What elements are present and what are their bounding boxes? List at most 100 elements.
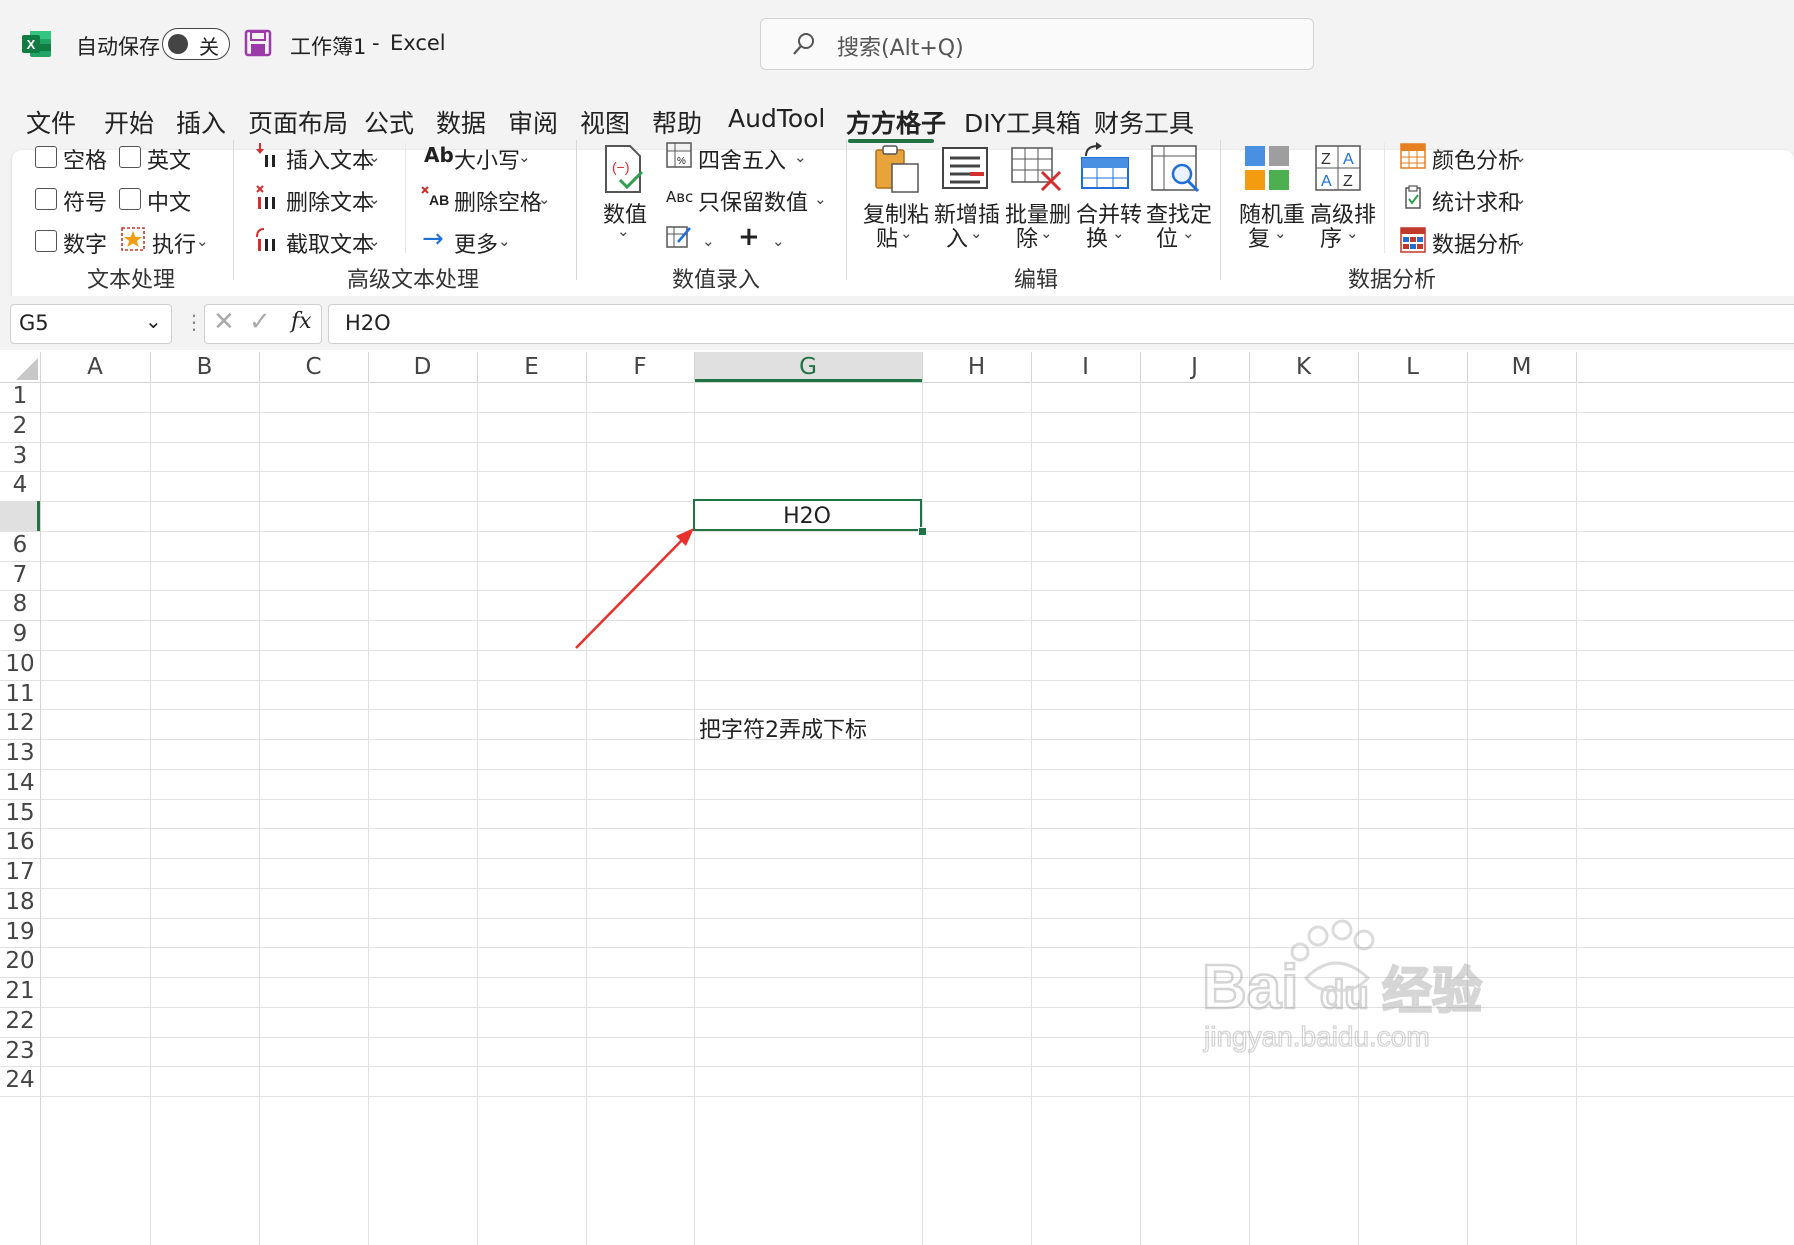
column-header-f[interactable]: F	[586, 352, 694, 382]
keep-values-dropdown-icon[interactable]: ⌄	[814, 190, 827, 208]
insert-text-button[interactable]: 插入文本	[286, 143, 374, 175]
more-button[interactable]: 更多	[454, 227, 498, 259]
edit-cell-dropdown-icon[interactable]: ⌄	[702, 232, 715, 250]
save-icon[interactable]	[244, 29, 272, 61]
stat-sum-dropdown-icon[interactable]: ⌄	[1514, 190, 1527, 208]
tab-review[interactable]: 审阅	[508, 104, 558, 140]
worksheet-grid[interactable]	[0, 350, 1794, 1245]
tab-home[interactable]: 开始	[104, 104, 154, 140]
column-header-k[interactable]: K	[1249, 352, 1358, 382]
stat-sum-button[interactable]: 统计求和	[1432, 185, 1520, 217]
name-box[interactable]: G5 ⌄	[10, 304, 172, 344]
keep-values-button[interactable]: 只保留数值	[698, 185, 808, 217]
tab-help[interactable]: 帮助	[652, 104, 702, 140]
tab-diy-toolbox[interactable]: DIY工具箱	[964, 104, 1081, 140]
delete-text-button[interactable]: 删除文本	[286, 185, 374, 217]
tab-data[interactable]: 数据	[436, 104, 486, 140]
insert-function-icon[interactable]: fx	[291, 309, 312, 334]
round-button[interactable]: 四舍五入	[698, 143, 786, 175]
insert-new-label-line2[interactable]: 入	[946, 221, 968, 253]
tab-page-layout[interactable]: 页面布局	[248, 104, 348, 140]
tab-view[interactable]: 视图	[580, 104, 630, 140]
formula-input[interactable]: H2O	[328, 304, 1794, 344]
batch-delete-dropdown-icon[interactable]: ⌄	[1040, 224, 1053, 242]
row-header-2[interactable]: 2	[0, 412, 40, 442]
row-header-19[interactable]: 19	[0, 918, 40, 948]
row-header-18[interactable]: 18	[0, 888, 40, 918]
tab-insert[interactable]: 插入	[176, 104, 226, 140]
plus-dropdown-icon[interactable]: ⌄	[772, 232, 785, 250]
execute-icon[interactable]	[120, 226, 146, 256]
random-repeat-dropdown-icon[interactable]: ⌄	[1274, 224, 1287, 242]
checkbox-symbol[interactable]	[35, 188, 57, 210]
random-repeat-icon[interactable]	[1243, 144, 1291, 196]
find-locate-dropdown-icon[interactable]: ⌄	[1182, 224, 1195, 242]
autosave-toggle[interactable]: 关	[162, 28, 230, 60]
case-button[interactable]: 大小写	[454, 143, 520, 175]
tab-fangfangezi[interactable]: 方方格子	[846, 104, 946, 140]
case-dropdown-icon[interactable]: ⌄	[518, 148, 531, 166]
row-header-10[interactable]: 10	[0, 650, 40, 680]
value-icon[interactable]: (−)	[602, 144, 646, 198]
merge-convert-label-line2[interactable]: 换	[1086, 221, 1108, 253]
tab-file[interactable]: 文件	[26, 104, 76, 140]
plus-icon[interactable]: +	[738, 222, 760, 252]
data-analysis-dropdown-icon[interactable]: ⌄	[1514, 232, 1527, 250]
column-header-j[interactable]: J	[1140, 352, 1249, 382]
row-header-9[interactable]: 9	[0, 620, 40, 650]
row-header-22[interactable]: 22	[0, 1007, 40, 1037]
row-header-20[interactable]: 20	[0, 947, 40, 977]
column-header-d[interactable]: D	[368, 352, 477, 382]
row-header-15[interactable]: 15	[0, 799, 40, 829]
execute-button[interactable]: 执行	[152, 227, 196, 259]
fill-handle[interactable]	[918, 527, 927, 536]
color-analysis-button[interactable]: 颜色分析	[1432, 143, 1520, 175]
row-header-16[interactable]: 16	[0, 828, 40, 858]
cancel-edit-icon[interactable]: ✕	[213, 307, 235, 337]
row-header-11[interactable]: 11	[0, 680, 40, 710]
column-header-i[interactable]: I	[1031, 352, 1140, 382]
delete-spaces-button[interactable]: 删除空格	[454, 185, 542, 217]
row-header-23[interactable]: 23	[0, 1037, 40, 1067]
find-locate-icon[interactable]	[1150, 144, 1202, 198]
name-box-dropdown-icon[interactable]: ⌄	[145, 309, 162, 333]
merge-convert-icon[interactable]	[1078, 142, 1132, 198]
row-header-6[interactable]: 6	[0, 531, 40, 561]
copy-paste-label-line2[interactable]: 贴	[876, 221, 898, 253]
insert-new-dropdown-icon[interactable]: ⌄	[970, 224, 983, 242]
data-analysis-button[interactable]: 数据分析	[1432, 227, 1520, 259]
column-header-a[interactable]: A	[40, 352, 150, 382]
checkbox-space[interactable]	[35, 146, 57, 168]
search-box[interactable]: 搜索(Alt+Q)	[760, 18, 1314, 70]
value-dropdown-icon[interactable]: ⌄	[617, 222, 630, 240]
edit-cell-icon[interactable]	[666, 224, 694, 254]
row-header-14[interactable]: 14	[0, 769, 40, 799]
active-cell-g5[interactable]: H2O	[693, 499, 922, 531]
row-header-4[interactable]: 4	[0, 471, 40, 501]
row-header-12[interactable]: 12	[0, 709, 40, 739]
extract-text-dropdown-icon[interactable]: ⌄	[368, 232, 381, 250]
column-header-h[interactable]: H	[922, 352, 1031, 382]
batch-delete-label-line2[interactable]: 除	[1016, 221, 1038, 253]
row-header-1[interactable]: 1	[0, 382, 40, 412]
random-repeat-label-line2[interactable]: 复	[1248, 221, 1270, 253]
row-header-3[interactable]: 3	[0, 442, 40, 472]
more-dropdown-icon[interactable]: ⌄	[498, 232, 511, 250]
merge-convert-dropdown-icon[interactable]: ⌄	[1112, 224, 1125, 242]
tab-audtool[interactable]: AudTool	[728, 104, 825, 133]
formula-bar-options-icon[interactable]: ⋮	[184, 310, 204, 334]
round-dropdown-icon[interactable]: ⌄	[794, 148, 807, 166]
insert-new-icon[interactable]	[940, 144, 990, 198]
tab-finance-tools[interactable]: 财务工具	[1094, 104, 1194, 140]
delete-spaces-dropdown-icon[interactable]: ⌄	[538, 190, 551, 208]
row-header-7[interactable]: 7	[0, 561, 40, 591]
advanced-sort-icon[interactable]: Z A A Z	[1314, 144, 1362, 196]
find-locate-label-line2[interactable]: 位	[1156, 221, 1178, 253]
column-header-g[interactable]: G	[694, 352, 922, 382]
column-header-b[interactable]: B	[150, 352, 259, 382]
advanced-sort-dropdown-icon[interactable]: ⌄	[1346, 224, 1359, 242]
insert-text-dropdown-icon[interactable]: ⌄	[368, 148, 381, 166]
delete-text-dropdown-icon[interactable]: ⌄	[368, 190, 381, 208]
checkbox-english[interactable]	[119, 146, 141, 168]
column-header-l[interactable]: L	[1358, 352, 1467, 382]
